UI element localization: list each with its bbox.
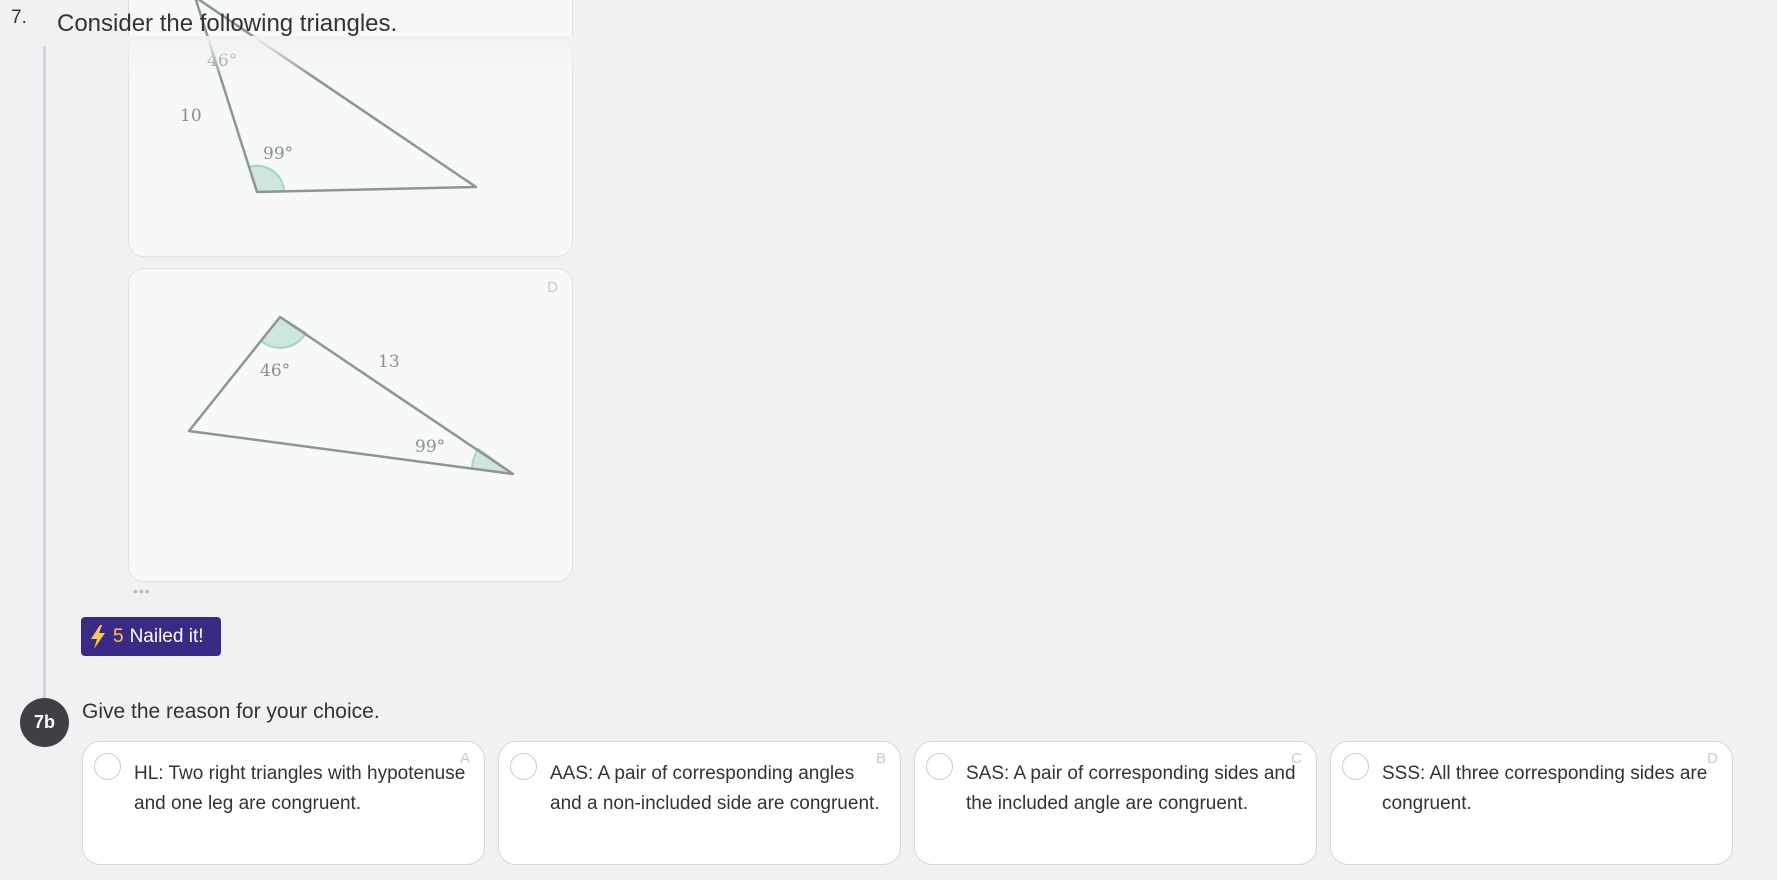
score-label: Nailed it! (129, 625, 204, 647)
label-side: 13 (378, 352, 400, 372)
triangle-card-c[interactable]: 46° 10 99° (128, 0, 573, 257)
label-angle-bottom: 99° (263, 144, 293, 164)
radio-button[interactable] (94, 753, 121, 780)
option-text: SSS: All three corresponding sides are c… (1382, 763, 1708, 814)
triangle-figure-2: 46° 13 99° (187, 315, 515, 476)
answer-option-d[interactable]: D SSS: All three corresponding sides are… (1330, 741, 1733, 865)
more-options-indicator[interactable]: ••• (133, 583, 151, 599)
question-divider (43, 46, 46, 706)
answer-option-b[interactable]: B AAS: A pair of corresponding angles an… (498, 741, 901, 865)
subquestion-tag: 7b (20, 698, 69, 747)
answer-option-c[interactable]: C SAS: A pair of corresponding sides and… (914, 741, 1317, 865)
option-text: HL: Two right triangles with hypotenuse … (134, 763, 466, 814)
label-angle-top: 46° (207, 51, 237, 71)
score-points: 5 (113, 625, 124, 647)
question-title: Consider the following triangles. (57, 10, 398, 37)
radio-button[interactable] (926, 753, 953, 780)
lightning-icon (91, 624, 105, 649)
triangle-2 (187, 315, 515, 476)
subquestion-title: Give the reason for your choice. (82, 700, 380, 723)
triangle-card-d[interactable]: D 46° 13 99° (128, 268, 573, 582)
label-angle-top: 46° (260, 361, 290, 381)
score-badge: 5 Nailed it! (81, 617, 221, 656)
label-side: 10 (180, 106, 202, 126)
triangle-figure-1: 46° 10 99° (180, 0, 478, 194)
question-number: 7. (11, 7, 27, 28)
radio-button[interactable] (510, 753, 537, 780)
answer-option-a[interactable]: A HL: Two right triangles with hypotenus… (82, 741, 485, 865)
option-text: SAS: A pair of corresponding sides and t… (966, 763, 1296, 814)
option-text: AAS: A pair of corresponding angles and … (550, 763, 880, 814)
label-angle-right: 99° (415, 437, 445, 457)
angle-arc-99 (247, 164, 286, 194)
radio-button[interactable] (1342, 753, 1369, 780)
